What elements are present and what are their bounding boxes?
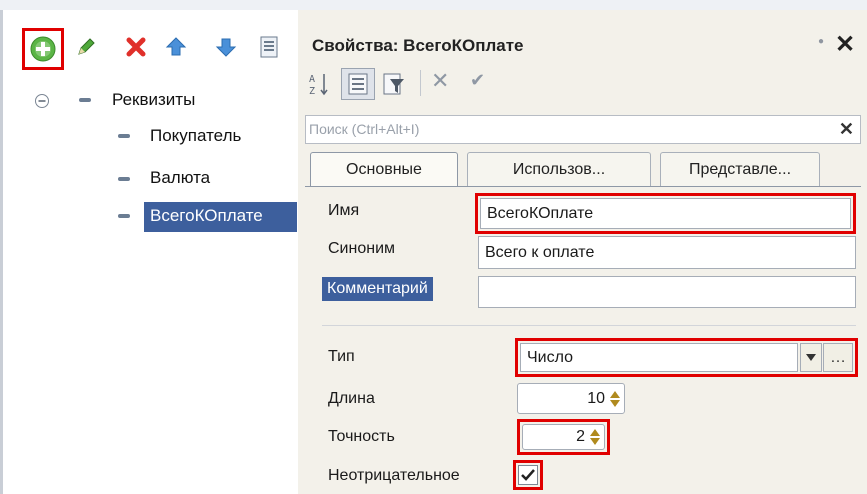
clear-search-icon[interactable]: ✕ [839, 119, 854, 140]
tab-underline [305, 186, 861, 187]
attributes-group-icon [79, 98, 91, 102]
svg-text:A: A [309, 74, 315, 85]
tree-item-buyer[interactable]: Покупатель [150, 126, 241, 146]
nonnegative-label: Неотрицательное [328, 467, 460, 484]
name-label: Имя [328, 202, 360, 219]
filter-button[interactable] [378, 69, 408, 99]
search-input[interactable]: Поиск (Ctrl+Alt+I) [309, 121, 419, 137]
attribute-icon [118, 134, 130, 138]
length-label: Длина [328, 390, 375, 407]
tree-item-total-selected[interactable]: ВсегоКОплате [144, 202, 297, 232]
move-up-icon [165, 37, 187, 56]
comment-label: Комментарий [322, 277, 433, 301]
attribute-icon [118, 177, 130, 181]
move-down-icon [215, 38, 237, 57]
toolbar-separator [420, 70, 421, 96]
type-label: Тип [328, 348, 355, 365]
attribute-icon [118, 214, 130, 218]
synonym-field[interactable]: Всего к оплате [478, 236, 856, 269]
delete-icon [126, 37, 146, 57]
type-field-highlight [515, 338, 858, 377]
tab-main[interactable]: Основные [310, 152, 458, 187]
synonym-label: Синоним [328, 240, 395, 257]
name-field-highlight [475, 193, 856, 234]
move-up-button[interactable] [162, 33, 190, 61]
apply-icon[interactable]: ✔ [470, 70, 485, 91]
edit-icon [78, 38, 95, 55]
edit-button[interactable] [72, 33, 100, 61]
svg-text:Z: Z [309, 86, 315, 97]
pin-icon[interactable]: ● [818, 36, 824, 47]
list-icon [260, 36, 278, 58]
precision-label: Точность [328, 428, 395, 445]
categories-button[interactable] [341, 68, 375, 100]
tree-item-currency[interactable]: Валюта [150, 168, 210, 188]
sort-az-icon: A Z [309, 74, 328, 97]
filter-icon [383, 73, 404, 95]
precision-highlight [517, 419, 610, 455]
add-icon [30, 36, 56, 62]
tab-usage[interactable]: Использов... [467, 152, 651, 187]
properties-title: Свойства: ВсегоКОплате [312, 36, 524, 55]
attributes-panel [0, 10, 298, 494]
section-divider [322, 325, 856, 326]
spin-arrows-icon[interactable] [608, 387, 622, 411]
length-stepper[interactable]: 10 [517, 383, 625, 414]
add-button[interactable] [29, 35, 57, 63]
window-top-band [0, 0, 867, 10]
close-icon[interactable]: ✕ [835, 30, 855, 59]
list-button[interactable] [255, 33, 283, 61]
nonnegative-highlight [513, 460, 543, 490]
move-down-button[interactable] [212, 33, 240, 61]
delete-button[interactable] [122, 33, 150, 61]
tree-root-label[interactable]: Реквизиты [112, 90, 195, 110]
search-box[interactable]: Поиск (Ctrl+Alt+I) ✕ [305, 115, 861, 144]
comment-field[interactable] [478, 276, 856, 308]
sort-az-button[interactable]: A Z [305, 69, 333, 99]
length-value[interactable]: 10 [587, 390, 605, 408]
collapse-icon[interactable] [34, 93, 50, 109]
categories-icon [348, 73, 368, 95]
cancel-icon[interactable]: ✕ [431, 68, 449, 94]
tab-presentation[interactable]: Представле... [660, 152, 820, 187]
